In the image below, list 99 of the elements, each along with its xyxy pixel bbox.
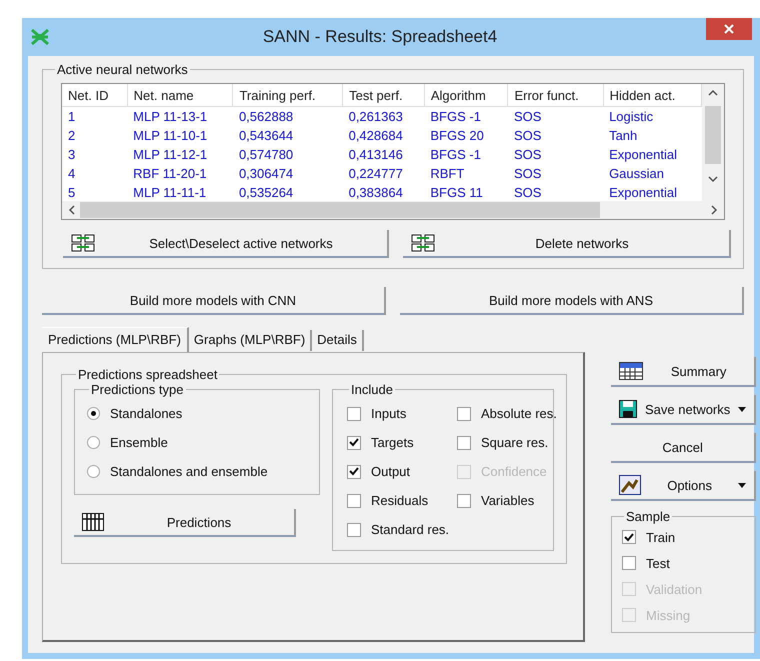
options-button[interactable]: Options [611,471,756,501]
option-label: Test [646,556,670,570]
checkbox[interactable] [347,406,361,420]
app-logo-icon [30,28,50,46]
tab[interactable]: Predictions (MLP\RBF) [42,327,189,353]
select-networks-button[interactable]: Select\Deselect active networks [63,230,389,258]
predictions-button[interactable]: Predictions [74,509,296,537]
network-grid-icon [411,234,435,252]
table-cell: SOS [508,106,604,126]
option-label: Standard res. [371,522,450,537]
table-cell-text: 0,535264 [238,184,294,201]
horizontal-scrollbar[interactable] [62,201,724,219]
table-cell-text: RBF 11-20-1 [132,165,208,183]
table-cell: BFGS -1 [424,106,508,126]
option-label: Targets [371,435,414,450]
table-cell-text: MLP 11-11-1 [132,184,208,201]
checkbox[interactable] [347,464,361,478]
summary-button[interactable]: Summary [611,357,756,387]
table-cell-text: MLP 11-10-1 [132,127,208,145]
option-label: Ensemble [110,435,168,450]
caret-icon [738,482,746,488]
cancel-button[interactable]: Cancel [611,433,756,463]
table-cell: 0,261363 [342,106,424,126]
close-button[interactable] [706,18,752,40]
option-label: Variables [481,493,534,508]
table-cell-text: SOS [512,165,542,183]
option-label: Output [371,464,410,479]
group-label: Predictions spreadsheet [77,367,218,382]
column-header[interactable]: Net. ID [62,84,128,106]
spreadsheet-icon [619,362,643,380]
option-label: Standalones and ensemble [110,464,268,479]
option-label: Validation [646,582,702,596]
radio-button[interactable] [87,465,100,478]
option-label: Square res. [481,435,548,450]
column-header[interactable]: Hidden act. [603,84,702,106]
option-label: Absolute res. [481,406,557,421]
checkbox[interactable] [347,522,361,536]
column-header[interactable]: Test perf. [342,84,424,106]
table-cell-text: 0,574780 [238,146,294,164]
table-cell-text: SOS [512,184,542,201]
table-cell-text: SOS [512,127,542,145]
table-cell: Logistic [603,106,702,126]
checkbox[interactable] [347,436,361,450]
table-cell-text: SOS [512,146,542,164]
table-cell: MLP 11-13-1 [127,106,233,126]
group-label: Sample [625,509,672,524]
table-cell-text: 0,428684 [348,127,404,145]
checkbox[interactable] [457,494,471,508]
option-label: Confidence [481,464,547,479]
table-cell-text: Exponential [608,184,678,201]
build-models-button[interactable]: Build more models with CNN [42,287,386,315]
table-cell-text: Exponential [608,146,678,164]
table-cell-text: BFGS -1 [429,146,482,164]
radio-button[interactable] [87,407,100,420]
table-cell-text: 0,413146 [348,146,404,164]
option-label: Inputs [371,406,406,421]
checkbox[interactable] [622,556,636,570]
window-title: SANN - Results: Spreadsheet4 [262,27,498,47]
table-cell-text: 0,543644 [238,127,294,145]
option-label: Residuals [371,493,428,508]
table-cell-text: MLP 11-12-1 [132,146,208,164]
table-cell-text: Gaussian [608,165,665,183]
options-icon [619,475,641,495]
table-cell: 1 [62,106,128,126]
table-cell-text: 2 [67,127,76,145]
option-label: Train [646,530,676,544]
checkbox[interactable] [347,494,361,508]
table-cell-text: 0,224777 [348,165,404,183]
option-label: Missing [646,608,690,622]
caret-icon [738,406,746,412]
group-label: Include [350,382,394,397]
table-cell-text: 4 [67,165,76,183]
checkbox[interactable] [457,406,471,420]
option-label: Standalones [110,406,182,421]
close-icon [724,24,734,34]
table-cell-text: BFGS 20 [429,127,485,145]
group-label: Predictions type [90,382,184,397]
table-cell-text: Tanh [608,127,638,145]
delete-networks-button[interactable]: Delete networks [403,230,731,258]
table-cell-text: 5 [67,184,76,201]
radio-button[interactable] [87,436,100,449]
vertical-scrollbar[interactable] [702,84,724,201]
column-header[interactable]: Algorithm [424,84,508,106]
column-header[interactable]: Error funct. [508,84,604,106]
build-models-button[interactable]: Build more models with ANS [400,287,744,315]
table-cell-text: BFGS 11 [429,184,484,201]
table-cell-text: 0,306474 [238,165,294,183]
table-cell-text: 0,383864 [348,184,404,201]
table-cell-text: 3 [67,146,76,164]
group-label: Active neural networks [56,62,189,77]
checkbox[interactable] [622,530,636,544]
network-grid-icon [71,234,95,252]
column-header[interactable]: Training perf. [232,84,343,106]
table-cell-text: RBFT [429,165,466,183]
table-icon [82,513,104,531]
save-networks-button[interactable]: Save networks [611,395,756,425]
checkbox[interactable] [457,436,471,450]
table-cell: 0,562888 [232,106,343,126]
column-header[interactable]: Net. name [127,84,233,106]
